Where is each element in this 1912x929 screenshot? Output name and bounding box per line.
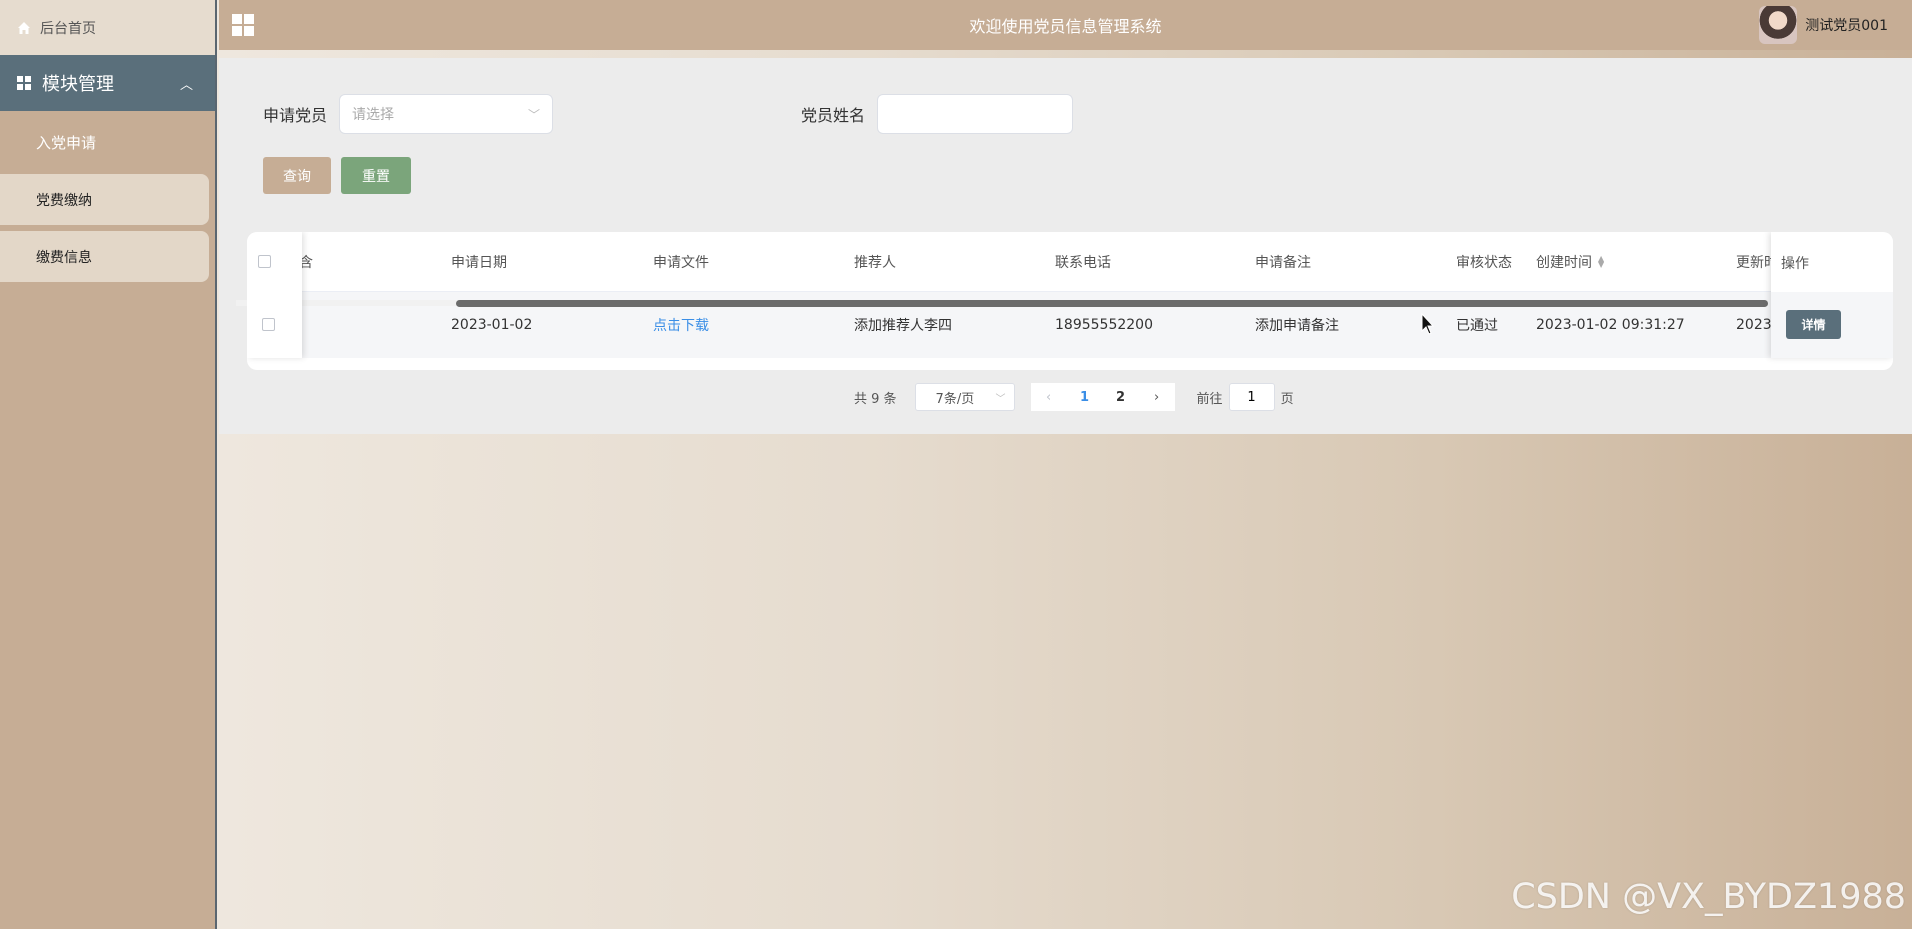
search-buttons: 查询 重置 xyxy=(263,157,411,194)
chevron-left-icon: ‹ xyxy=(1045,389,1052,405)
column-header-referrer: 推荐人 xyxy=(854,254,896,271)
column-header-created-label: 创建时间 xyxy=(1536,254,1592,271)
column-header-status: 审核状态 xyxy=(1456,254,1512,271)
column-header-ops: 操作 xyxy=(1781,256,1809,272)
row-checkbox[interactable] xyxy=(262,318,275,331)
mouse-cursor-icon xyxy=(1421,313,1435,335)
sidebar-item-label: 党费缴纳 xyxy=(36,192,92,209)
member-label: 申请党员 xyxy=(263,106,328,125)
member-select[interactable]: 请选择 ﹀ xyxy=(339,94,554,134)
user-name: 测试党员001 xyxy=(1805,18,1888,34)
reset-button[interactable]: 重置 xyxy=(341,157,411,194)
sidebar-item-dues-payment[interactable]: 党费缴纳 xyxy=(0,174,209,225)
member-name-input[interactable] xyxy=(877,94,1074,134)
fixed-operations-column: 操作 详情 xyxy=(1771,232,1893,358)
top-bar: 欢迎使用党员信息管理系统 测试党员001 xyxy=(219,0,1912,50)
detail-button[interactable]: 详情 xyxy=(1786,310,1841,339)
sidebar-item-label: 缴费信息 xyxy=(36,249,92,266)
member-select-placeholder: 请选择 xyxy=(352,107,395,123)
sidebar: 后台首页 模块管理 ︿ 入党申请 党费缴纳 缴费信息 xyxy=(0,0,217,929)
watermark: CSDN @VX_BYDZ1988 xyxy=(1511,877,1906,917)
member-name-label: 党员姓名 xyxy=(801,106,866,125)
table-scrollbar-thumb[interactable] xyxy=(456,300,1768,307)
goto-page-input[interactable] xyxy=(1228,383,1275,411)
select-all-checkbox[interactable] xyxy=(258,255,271,268)
sidebar-module-label: 模块管理 xyxy=(42,74,114,95)
goto-prefix: 前往 xyxy=(1196,391,1223,407)
page-title: 欢迎使用党员信息管理系统 xyxy=(969,17,1162,36)
user-menu[interactable]: 测试党员001 xyxy=(1759,6,1888,44)
query-button[interactable]: 查询 xyxy=(263,157,331,194)
main-panel: 申请党员 请选择 ﹀ 党员姓名 查询 重置 含 申请日期 申请文件 推荐人 联系… xyxy=(219,58,1912,434)
pagination-total: 共 9 条 xyxy=(854,391,897,407)
sidebar-item-party-application[interactable]: 入党申请 xyxy=(0,117,209,168)
page-button[interactable]: 2 xyxy=(1102,383,1139,411)
fixed-checkbox-column xyxy=(247,232,302,358)
prev-page-button[interactable]: ‹ xyxy=(1030,383,1067,411)
column-header-remark: 申请备注 xyxy=(1255,254,1311,271)
sidebar-item-payment-info[interactable]: 缴费信息 xyxy=(0,231,209,282)
table-header: 含 申请日期 申请文件 推荐人 联系电话 申请备注 审核状态 创建时间 ▲ ▼ 更… xyxy=(247,232,1893,292)
sidebar-module-toggle[interactable]: 模块管理 ︿ xyxy=(0,55,215,111)
avatar xyxy=(1759,6,1798,44)
grid-icon xyxy=(17,76,31,90)
home-icon xyxy=(18,21,30,34)
page-size-label: 7条/页 xyxy=(935,391,975,407)
goto-suffix: 页 xyxy=(1280,391,1294,407)
column-header-updated: 更新时 xyxy=(1736,254,1772,271)
sidebar-item-home[interactable]: 后台首页 xyxy=(0,0,215,55)
chevron-down-icon: ﹀ xyxy=(528,107,541,122)
chevron-right-icon: › xyxy=(1153,389,1160,405)
next-page-button[interactable]: › xyxy=(1138,383,1175,411)
page-button[interactable]: 1 xyxy=(1066,383,1103,411)
column-header-created[interactable]: 创建时间 ▲ ▼ xyxy=(1536,232,1604,291)
page-size-select[interactable]: 7条/页 ﹀ xyxy=(914,383,1015,411)
sidebar-item-label: 入党申请 xyxy=(36,134,97,152)
column-header-apply-date: 申请日期 xyxy=(451,254,507,271)
sidebar-home-label: 后台首页 xyxy=(40,20,96,37)
chevron-down-icon: ﹀ xyxy=(995,393,1006,405)
menu-grid-icon[interactable] xyxy=(231,13,255,37)
sort-icon[interactable]: ▲ ▼ xyxy=(1598,254,1604,268)
chevron-up-icon: ︿ xyxy=(179,77,193,93)
column-header-apply-file: 申请文件 xyxy=(653,254,709,271)
search-form: 申请党员 请选择 ﹀ 党员姓名 xyxy=(263,94,1074,134)
pagination: 共 9 条 7条/页 ﹀ ‹ 1 2 › 前往 页 xyxy=(854,383,1294,411)
column-header-phone: 联系电话 xyxy=(1055,254,1111,271)
